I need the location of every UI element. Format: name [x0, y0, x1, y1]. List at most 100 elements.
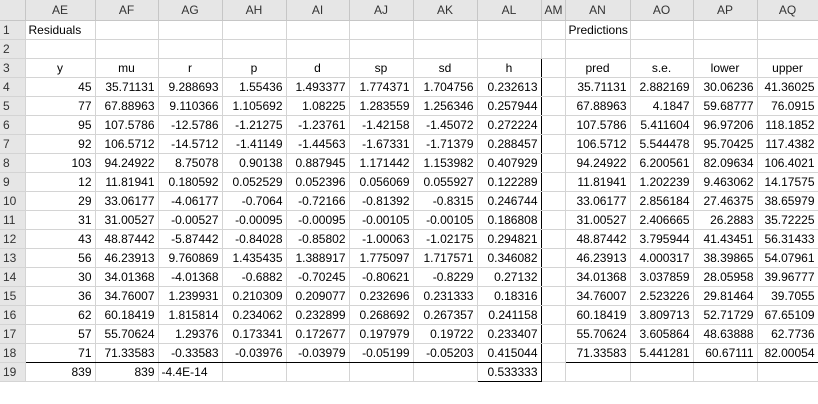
cell[interactable]: [565, 39, 631, 59]
data-cell[interactable]: 29.81464: [693, 286, 758, 306]
row-header[interactable]: 17: [0, 324, 26, 344]
cell[interactable]: [541, 20, 566, 40]
data-cell[interactable]: 38.65979: [757, 191, 818, 211]
data-cell[interactable]: 46.23913: [95, 248, 159, 268]
cell[interactable]: [541, 229, 566, 249]
data-cell[interactable]: 103: [24, 153, 96, 173]
data-cell[interactable]: 1.493377: [286, 77, 350, 97]
column-label[interactable]: p: [222, 57, 287, 78]
data-cell[interactable]: 4.1847: [630, 96, 694, 116]
row-header[interactable]: 11: [0, 210, 26, 230]
total-cell[interactable]: -4.4E-14: [158, 362, 223, 382]
cell[interactable]: [541, 210, 566, 230]
data-cell[interactable]: 0.267357: [413, 305, 478, 325]
data-cell[interactable]: 34.76007: [95, 286, 159, 306]
row-header[interactable]: 1: [0, 20, 26, 40]
column-header[interactable]: AO: [630, 0, 694, 21]
data-cell[interactable]: 38.39865: [693, 248, 758, 268]
data-cell[interactable]: 0.27132: [477, 267, 542, 287]
data-cell[interactable]: 71: [24, 343, 96, 363]
data-cell[interactable]: 1.704756: [413, 77, 478, 97]
cell[interactable]: [286, 39, 350, 59]
cell[interactable]: [757, 362, 818, 382]
data-cell[interactable]: 35.71131: [564, 77, 631, 97]
data-cell[interactable]: 107.5786: [564, 115, 631, 135]
row-header[interactable]: 4: [0, 77, 26, 97]
data-cell[interactable]: 1.202239: [630, 172, 694, 192]
row-header[interactable]: 8: [0, 153, 26, 173]
data-cell[interactable]: 1.717571: [413, 248, 478, 268]
row-header[interactable]: 5: [0, 96, 26, 116]
total-cell[interactable]: 0.533333: [476, 362, 542, 382]
data-cell[interactable]: 14.17575: [757, 172, 818, 192]
data-cell[interactable]: 0.197979: [349, 324, 414, 344]
data-cell[interactable]: 0.186808: [477, 210, 542, 230]
column-label[interactable]: d: [286, 57, 350, 78]
data-cell[interactable]: 0.122289: [477, 172, 542, 192]
data-cell[interactable]: 33.06177: [95, 191, 159, 211]
data-cell[interactable]: 67.88963: [95, 96, 159, 116]
data-cell[interactable]: 41.43451: [693, 229, 758, 249]
data-cell[interactable]: 31: [24, 210, 96, 230]
cell[interactable]: [757, 39, 818, 59]
data-cell[interactable]: 48.87442: [95, 229, 159, 249]
data-cell[interactable]: 0.257944: [477, 96, 542, 116]
data-cell[interactable]: 0.232613: [477, 77, 542, 97]
data-cell[interactable]: 52.71729: [693, 305, 758, 325]
data-cell[interactable]: -0.8315: [413, 191, 478, 211]
data-cell[interactable]: 77: [24, 96, 96, 116]
row-header[interactable]: 2: [0, 39, 26, 59]
data-cell[interactable]: 0.234062: [222, 305, 287, 325]
data-cell[interactable]: 54.07961: [757, 248, 818, 268]
data-cell[interactable]: 0.210309: [222, 286, 287, 306]
data-cell[interactable]: 0.407929: [477, 153, 542, 173]
data-cell[interactable]: 1.435435: [222, 248, 287, 268]
data-cell[interactable]: 71.33583: [95, 343, 159, 363]
column-label[interactable]: s.e.: [630, 57, 694, 78]
row-header[interactable]: 13: [0, 248, 26, 268]
data-cell[interactable]: 48.87442: [564, 229, 631, 249]
data-cell[interactable]: 2.856184: [630, 191, 694, 211]
data-cell[interactable]: 1.105692: [222, 96, 287, 116]
data-cell[interactable]: 95: [24, 115, 96, 135]
column-header[interactable]: AJ: [349, 0, 414, 21]
data-cell[interactable]: 3.809713: [630, 305, 694, 325]
data-cell[interactable]: 0.415044: [477, 343, 542, 363]
data-cell[interactable]: -14.5712: [158, 134, 223, 154]
data-cell[interactable]: 0.288457: [477, 134, 542, 154]
data-cell[interactable]: 12: [24, 172, 96, 192]
column-header[interactable]: AH: [222, 0, 287, 21]
data-cell[interactable]: 36: [24, 286, 96, 306]
data-cell[interactable]: -0.00095: [286, 210, 350, 230]
data-cell[interactable]: -0.05199: [349, 343, 414, 363]
data-cell[interactable]: -0.85802: [286, 229, 350, 249]
cell[interactable]: [477, 39, 542, 59]
cell[interactable]: [95, 39, 159, 59]
data-cell[interactable]: -1.42158: [349, 115, 414, 135]
data-cell[interactable]: 11.81941: [564, 172, 631, 192]
cell[interactable]: [541, 191, 566, 211]
data-cell[interactable]: 0.346082: [477, 248, 542, 268]
data-cell[interactable]: 0.209077: [286, 286, 350, 306]
column-header[interactable]: AP: [693, 0, 758, 21]
cell[interactable]: [349, 39, 414, 59]
data-cell[interactable]: -0.70245: [286, 267, 350, 287]
data-cell[interactable]: 106.4021: [757, 153, 818, 173]
cell[interactable]: [286, 362, 350, 382]
cell[interactable]: [158, 20, 223, 40]
row-header[interactable]: 19: [0, 362, 26, 382]
data-cell[interactable]: 1.239931: [158, 286, 223, 306]
data-cell[interactable]: 96.97206: [693, 115, 758, 135]
data-cell[interactable]: 1.283559: [349, 96, 414, 116]
data-cell[interactable]: 76.0915: [757, 96, 818, 116]
data-cell[interactable]: 82.00054: [757, 343, 818, 363]
data-cell[interactable]: 0.232899: [286, 305, 350, 325]
column-label[interactable]: mu: [95, 57, 159, 78]
data-cell[interactable]: 117.4382: [757, 134, 818, 154]
data-cell[interactable]: 1.388917: [286, 248, 350, 268]
data-cell[interactable]: 46.23913: [564, 248, 631, 268]
data-cell[interactable]: -5.87442: [158, 229, 223, 249]
data-cell[interactable]: 1.29376: [158, 324, 223, 344]
data-cell[interactable]: 1.08225: [286, 96, 350, 116]
data-cell[interactable]: 41.36025: [757, 77, 818, 97]
